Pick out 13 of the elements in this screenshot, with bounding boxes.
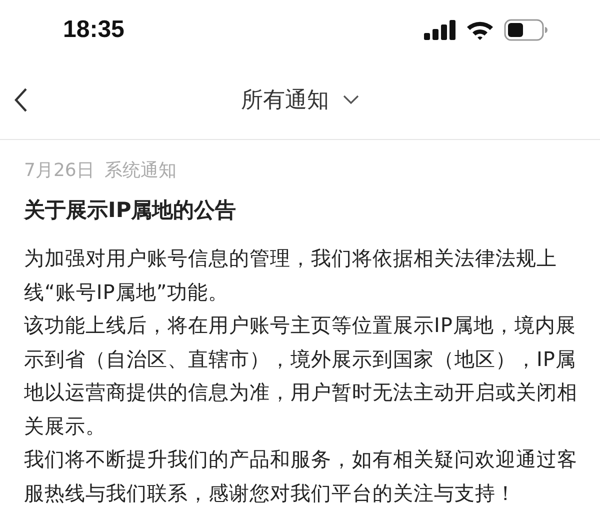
notice-title: 关于展示IP属地的公告 (24, 197, 238, 224)
wifi-icon (466, 20, 494, 40)
notice-date: 7月26日 (24, 159, 94, 182)
back-icon[interactable] (14, 87, 28, 113)
status-time: 18:35 (63, 16, 124, 44)
notice-category: 系统通知 (104, 159, 176, 182)
signal-icon (424, 20, 456, 40)
notice-paragraph: 为加强对用户账号信息的管理，我们将依据相关法律法规上线“账号IP属地”功能。 (24, 245, 558, 306)
chevron-down-icon[interactable] (343, 94, 359, 104)
battery-icon (504, 19, 548, 41)
notice-paragraph: 该功能上线后，将在用户账号主页等位置展示IP属地，境内展示到省（自治区、直辖市），境外展示到国家（地区），IP属地以运营商提供的信息为准，用户暂时无法主动开启或关闭相关展示。 (24, 312, 578, 440)
notice-paragraph: 我们将不断提升我们的产品和服务，如有相关疑问欢迎通过客服热线与我们联系，感谢您对我们平台的关注与支持！ (24, 446, 578, 506)
page-title[interactable]: 所有通知 (241, 84, 329, 114)
